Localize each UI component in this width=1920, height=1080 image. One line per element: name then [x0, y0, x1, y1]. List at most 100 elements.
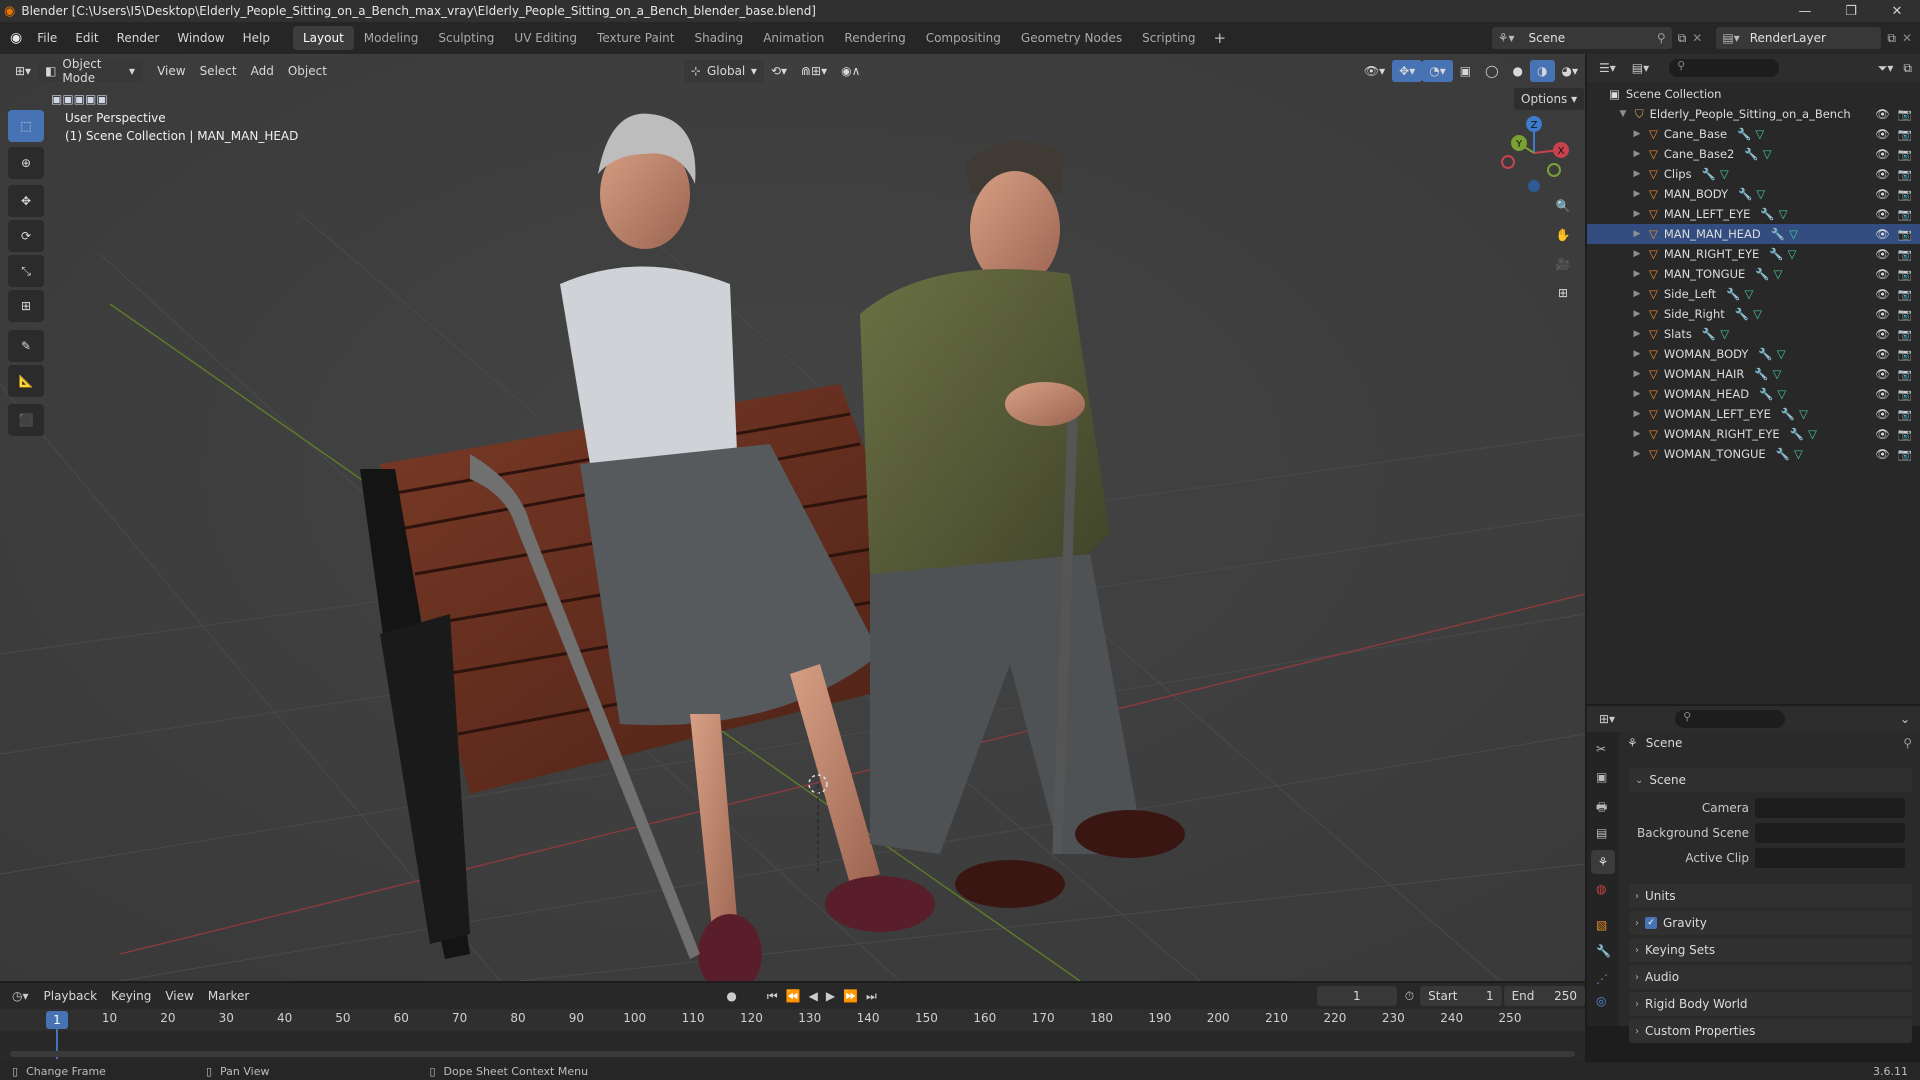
render-camera-icon[interactable]: 📷: [1898, 147, 1912, 161]
jump-keyframe-forward-icon[interactable]: ⏩: [843, 989, 858, 1003]
expand-arrow-icon[interactable]: ▶: [1631, 389, 1643, 399]
mode-selector[interactable]: ◧ Object Mode ▾: [38, 57, 143, 85]
render-camera-icon[interactable]: 📷: [1898, 207, 1912, 221]
new-collection-icon[interactable]: ⧉: [1903, 61, 1912, 76]
tab-sculpting[interactable]: Sculpting: [428, 26, 504, 50]
frame-ruler[interactable]: 10 20 30 40 50 60 70 80 90 100 110 120 130 140 150 160 1…: [0, 1009, 1585, 1031]
visibility-eye-icon[interactable]: 👁: [1875, 307, 1890, 321]
expand-arrow-icon[interactable]: ▶: [1631, 309, 1643, 319]
timeline-menu-view[interactable]: View: [158, 985, 200, 1007]
expand-arrow-icon[interactable]: ▶: [1631, 409, 1643, 419]
expand-arrow-icon[interactable]: ▶: [1631, 249, 1643, 259]
render-tab-icon[interactable]: ▣: [1596, 770, 1607, 784]
render-camera-icon[interactable]: 📷: [1898, 327, 1912, 341]
measure-tool[interactable]: 📐: [8, 365, 44, 397]
properties-editor-icon[interactable]: ⊞▾: [1599, 712, 1615, 726]
auto-keying-icon[interactable]: ●: [726, 989, 736, 1003]
visibility-eye-icon[interactable]: 👁: [1875, 167, 1890, 181]
viewport-menu-select[interactable]: Select: [193, 60, 244, 82]
visibility-eye-icon[interactable]: 👁: [1875, 227, 1890, 241]
scene-section[interactable]: ⌄ Scene: [1629, 768, 1912, 792]
proportional-edit-icon[interactable]: ◉∧: [834, 60, 867, 82]
current-frame-field[interactable]: 1: [1316, 986, 1397, 1006]
outliner-object-row[interactable]: ▶ ▽ Slats 🔧 ▽ 👁 📷: [1587, 324, 1920, 344]
outliner-object-row[interactable]: ▶ ▽ MAN_MAN_HEAD 🔧 ▽ 👁 📷: [1587, 224, 1920, 244]
tab-compositing[interactable]: Compositing: [916, 26, 1011, 50]
outliner-editor-icon[interactable]: ☰▾: [1599, 61, 1616, 75]
annotate-tool[interactable]: ✎: [8, 330, 44, 362]
panel-keying-sets[interactable]: › Keying Sets: [1629, 938, 1912, 962]
tab-texture-paint[interactable]: Texture Paint: [587, 26, 684, 50]
output-tab-icon[interactable]: 🖶: [1596, 798, 1607, 819]
visibility-eye-icon[interactable]: 👁: [1875, 427, 1890, 441]
visibility-eye-icon[interactable]: 👁: [1875, 367, 1890, 381]
scene-tab-icon[interactable]: ⚘: [1591, 850, 1615, 874]
panel-units[interactable]: › Units: [1629, 884, 1912, 908]
filter-icon[interactable]: ⏷▾: [1878, 61, 1894, 76]
tab-uv-editing[interactable]: UV Editing: [504, 26, 587, 50]
outliner-object-row[interactable]: ▶ ▽ MAN_BODY 🔧 ▽ 👁 📷: [1587, 184, 1920, 204]
render-camera-icon[interactable]: 📷: [1898, 407, 1912, 421]
rotate-tool[interactable]: ⟳: [8, 220, 44, 252]
panel-custom-properties[interactable]: › Custom Properties: [1629, 1019, 1912, 1043]
tool-tab-icon[interactable]: ✂: [1596, 742, 1606, 756]
wireframe-shading-icon[interactable]: ◯: [1478, 60, 1505, 82]
viewport-menu-view[interactable]: View: [150, 60, 192, 82]
visibility-eye-icon[interactable]: 👁: [1875, 127, 1890, 141]
render-camera-icon[interactable]: 📷: [1898, 307, 1912, 321]
property-field-active-clip[interactable]: [1755, 848, 1905, 868]
move-tool[interactable]: ✥: [8, 185, 44, 217]
object-tab-icon[interactable]: ▧: [1596, 918, 1607, 932]
blender-menu-icon[interactable]: ◉: [10, 30, 22, 46]
gizmo-toggle-icon[interactable]: ✥▾: [1392, 60, 1423, 82]
timeline-editor[interactable]: ◷▾ Playback Keying View Marker ● ⏮ ⏪ ◀ ▶ ⏩ …: [0, 983, 1585, 1063]
timeline-scrollbar[interactable]: [10, 1051, 1575, 1057]
expand-arrow-icon[interactable]: ▶: [1631, 169, 1643, 179]
visibility-eye-icon[interactable]: 👁: [1875, 287, 1890, 301]
jump-end-icon[interactable]: ⏭: [866, 989, 877, 1004]
outliner-search[interactable]: ⚲: [1669, 59, 1780, 77]
close-icon[interactable]: ✕: [1874, 0, 1920, 22]
3d-viewport[interactable]: ⊞▾ ◧ Object Mode ▾ View Select Add Object ⊹ …: [0, 54, 1585, 981]
visibility-eye-icon[interactable]: 👁: [1875, 347, 1890, 361]
expand-arrow-icon[interactable]: ▶: [1631, 329, 1643, 339]
play-icon[interactable]: ▶: [826, 989, 835, 1003]
editor-type-icon[interactable]: ⊞▾: [8, 60, 38, 82]
outliner-object-row[interactable]: ▶ ▽ WOMAN_LEFT_EYE 🔧 ▽ 👁 📷: [1587, 404, 1920, 424]
view-layer-selector[interactable]: ▤▾ RenderLayer: [1716, 27, 1882, 49]
properties-search[interactable]: ⚲: [1675, 710, 1786, 728]
outliner-collection-row[interactable]: ▼ ⛉ Elderly_People_Sitting_on_a_Bench 👁 📷: [1587, 104, 1920, 124]
outliner-object-row[interactable]: ▶ ▽ WOMAN_BODY 🔧 ▽ 👁 📷: [1587, 344, 1920, 364]
render-camera-icon[interactable]: 📷: [1898, 427, 1912, 441]
outliner-object-row[interactable]: ▶ ▽ WOMAN_TONGUE 🔧 ▽ 👁 📷: [1587, 444, 1920, 464]
menu-edit[interactable]: Edit: [66, 22, 107, 54]
panel-gravity[interactable]: › ✓ Gravity: [1629, 911, 1912, 935]
tab-animation[interactable]: Animation: [753, 26, 834, 50]
start-frame-field[interactable]: Start 1: [1420, 986, 1502, 1006]
outliner-object-row[interactable]: ▶ ▽ WOMAN_HEAD 🔧 ▽ 👁 📷: [1587, 384, 1920, 404]
render-camera-icon[interactable]: 📷: [1898, 127, 1912, 141]
expand-arrow-icon[interactable]: ▶: [1631, 189, 1643, 199]
expand-arrow-icon[interactable]: ▶: [1631, 229, 1643, 239]
jump-keyframe-back-icon[interactable]: ⏪: [786, 989, 801, 1003]
outliner-object-row[interactable]: ▶ ▽ WOMAN_HAIR 🔧 ▽ 👁 📷: [1587, 364, 1920, 384]
render-camera-icon[interactable]: 📷: [1898, 287, 1912, 301]
outliner-object-row[interactable]: ▶ ▽ Side_Right 🔧 ▽ 👁 📷: [1587, 304, 1920, 324]
render-camera-icon[interactable]: 📷: [1898, 167, 1912, 181]
expand-arrow-icon[interactable]: ▶: [1631, 149, 1643, 159]
options-button[interactable]: Options ▾: [1514, 88, 1585, 110]
minimize-icon[interactable]: —: [1782, 0, 1828, 22]
pivot-icon[interactable]: ⟲▾: [764, 60, 794, 82]
visibility-eye-icon[interactable]: 👁: [1875, 147, 1890, 161]
expand-arrow-icon[interactable]: ▶: [1631, 369, 1643, 379]
panel-rigid-body-world[interactable]: › Rigid Body World: [1629, 992, 1912, 1016]
end-frame-field[interactable]: End 250: [1503, 986, 1585, 1006]
render-camera-icon[interactable]: 📷: [1898, 367, 1912, 381]
outliner-object-row[interactable]: ▶ ▽ Side_Left 🔧 ▽ 👁 📷: [1587, 284, 1920, 304]
timeline-editor-icon[interactable]: ◷▾: [12, 989, 29, 1003]
tab-layout[interactable]: Layout: [292, 26, 354, 50]
outliner-object-row[interactable]: ▶ ▽ MAN_LEFT_EYE 🔧 ▽ 👁 📷: [1587, 204, 1920, 224]
physics-tab-icon[interactable]: ◎: [1596, 994, 1606, 1008]
outliner-object-row[interactable]: ▶ ▽ Cane_Base 🔧 ▽ 👁 📷: [1587, 124, 1920, 144]
viewport-menu-add[interactable]: Add: [244, 60, 281, 82]
